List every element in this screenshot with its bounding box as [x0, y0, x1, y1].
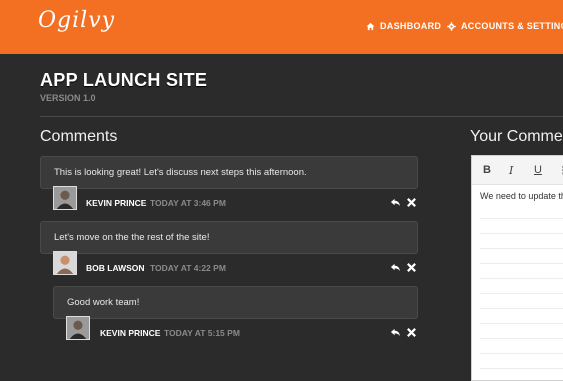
editor-line — [480, 368, 563, 369]
close-icon[interactable] — [406, 197, 417, 208]
title-divider — [40, 116, 563, 117]
comment-text: Let's move on the the rest of the site! — [54, 232, 210, 243]
version-label: VERSION 1.0 — [40, 93, 96, 103]
editor-line — [480, 218, 563, 219]
comment-timestamp: TODAY AT 5:15 PM — [164, 328, 240, 338]
editor-line — [480, 338, 563, 339]
list-button[interactable]: ⋮ — [558, 164, 563, 177]
comment-timestamp: TODAY AT 4:22 PM — [150, 263, 226, 273]
close-icon[interactable] — [406, 327, 417, 338]
editor-line — [480, 323, 563, 324]
comment-author[interactable]: BOB LAWSON — [86, 263, 145, 273]
comment-bubble: Let's move on the the rest of the site! — [40, 221, 418, 254]
close-icon[interactable] — [406, 262, 417, 273]
reply-icon[interactable] — [390, 327, 401, 338]
reply-icon[interactable] — [390, 197, 401, 208]
comment-draft-text[interactable]: We need to update th — [480, 191, 563, 201]
comment-editor[interactable]: B I U ⋮ We need to update th — [471, 155, 563, 381]
bold-button[interactable]: B — [483, 164, 491, 176]
editor-toolbar: B I U ⋮ — [472, 156, 563, 185]
editor-line — [480, 308, 563, 309]
editor-line — [480, 353, 563, 354]
italic-button[interactable]: I — [509, 164, 513, 177]
nav-dashboard-label: DASHBOARD — [380, 21, 442, 31]
home-icon — [366, 22, 375, 30]
comment-author[interactable]: KEVIN PRINCE — [100, 328, 160, 338]
reply-icon[interactable] — [390, 262, 401, 273]
avatar — [66, 316, 90, 340]
comment-author[interactable]: KEVIN PRINCE — [86, 198, 146, 208]
avatar — [53, 251, 77, 275]
comment-timestamp: TODAY AT 3:46 PM — [150, 198, 226, 208]
comment-text: Good work team! — [67, 297, 140, 308]
comments-heading: Comments — [40, 128, 118, 145]
page-title: APP LAUNCH SITE — [40, 70, 208, 90]
underline-button[interactable]: U — [534, 164, 542, 176]
your-comment-heading: Your Comment — [470, 128, 563, 145]
avatar — [53, 186, 77, 210]
comment-bubble: This is looking great! Let's discuss nex… — [40, 156, 418, 189]
top-navigation-bar: Ogilvy DASHBOARD ACCOUNTS & SETTINGS — [0, 0, 563, 54]
editor-line — [480, 278, 563, 279]
editor-line — [480, 293, 563, 294]
nav-accounts-settings-label: ACCOUNTS & SETTINGS — [461, 21, 563, 31]
editor-line — [480, 263, 563, 264]
comment-text: This is looking great! Let's discuss nex… — [54, 167, 307, 178]
comment-bubble: Good work team! — [53, 286, 418, 319]
nav-dashboard-link[interactable]: DASHBOARD — [366, 21, 441, 31]
gear-icon — [447, 21, 456, 31]
ogilvy-logo[interactable]: Ogilvy — [38, 8, 115, 33]
nav-accounts-settings-link[interactable]: ACCOUNTS & SETTINGS — [447, 21, 563, 31]
editor-line — [480, 233, 563, 234]
editor-line — [480, 248, 563, 249]
